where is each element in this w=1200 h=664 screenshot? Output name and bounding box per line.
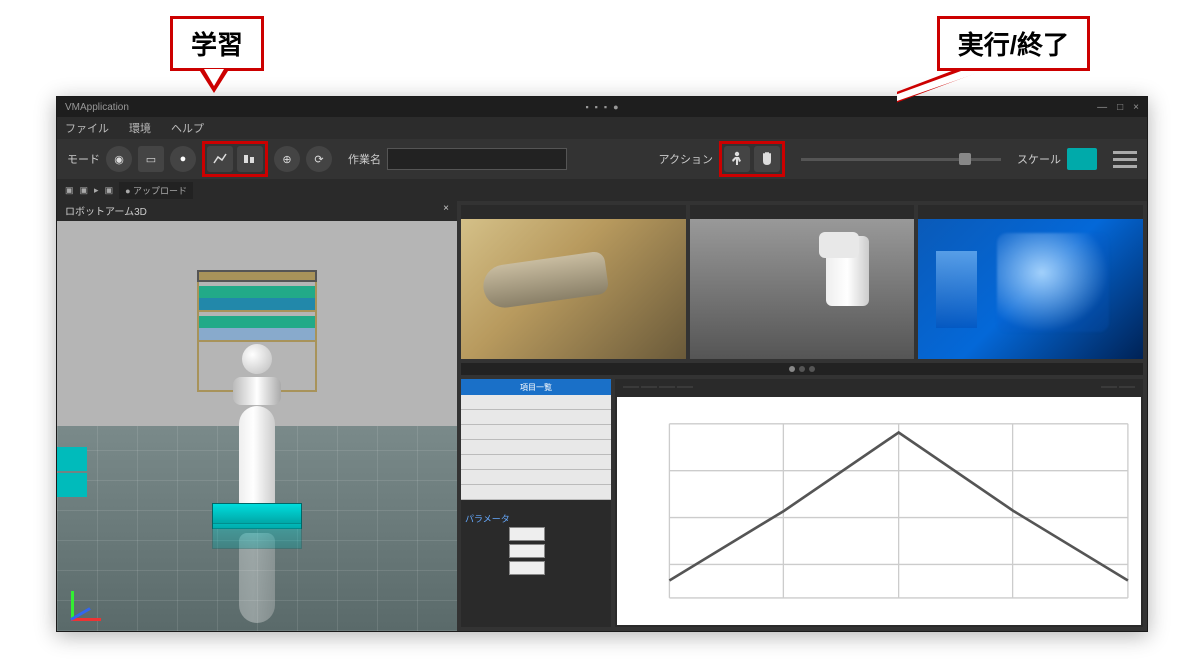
camera-view-3[interactable] bbox=[918, 205, 1143, 359]
camera-row bbox=[461, 205, 1143, 359]
robot-joint bbox=[233, 377, 281, 405]
mode-btn-1[interactable]: ◉ bbox=[106, 146, 132, 172]
learn-button-1[interactable] bbox=[207, 146, 233, 172]
task-input[interactable] bbox=[387, 148, 567, 170]
param-input-1[interactable] bbox=[509, 527, 545, 541]
learn-button-2[interactable] bbox=[237, 146, 263, 172]
left-panel: ロボットアーム3D × bbox=[57, 201, 457, 631]
table-row[interactable] bbox=[461, 410, 611, 425]
menu-file[interactable]: ファイル bbox=[65, 120, 109, 136]
table-row[interactable] bbox=[461, 485, 611, 500]
viewport-3d[interactable] bbox=[57, 221, 457, 631]
action-label: アクション bbox=[659, 151, 713, 167]
bottom-row: 項目一覧 パラメータ bbox=[461, 379, 1143, 627]
run-button[interactable] bbox=[724, 146, 750, 172]
table-row[interactable] bbox=[461, 425, 611, 440]
chart-tab[interactable] bbox=[677, 386, 693, 388]
callout-learn: 学習 bbox=[170, 16, 264, 93]
table-header: 項目一覧 bbox=[461, 379, 611, 395]
stop-button[interactable] bbox=[754, 146, 780, 172]
task-label: 作業名 bbox=[348, 151, 381, 167]
run-icon bbox=[728, 150, 746, 168]
table-row[interactable] bbox=[461, 440, 611, 455]
menu-env[interactable]: 環境 bbox=[129, 120, 151, 136]
callout-run-stop-label: 実行/終了 bbox=[937, 16, 1090, 71]
record-button[interactable]: ● bbox=[170, 146, 196, 172]
mode-label: モード bbox=[67, 151, 100, 167]
callout-learn-label: 学習 bbox=[170, 16, 264, 71]
callout-run-stop: 実行/終了 bbox=[937, 16, 1090, 131]
close-button[interactable]: × bbox=[1133, 102, 1139, 113]
tool-btn-b[interactable]: ⟳ bbox=[306, 146, 332, 172]
viewport-header: ロボットアーム3D × bbox=[57, 201, 457, 221]
menu-help[interactable]: ヘルプ bbox=[171, 120, 204, 136]
tool-btn-a[interactable]: ⊕ bbox=[274, 146, 300, 172]
chart-header bbox=[615, 379, 1143, 395]
camera-view-2[interactable] bbox=[690, 205, 915, 359]
chart-tab[interactable] bbox=[623, 386, 639, 388]
minimize-button[interactable]: — bbox=[1097, 102, 1107, 113]
app-title: VMApplication bbox=[65, 102, 129, 113]
axis-gizmo[interactable] bbox=[71, 581, 111, 621]
table-row[interactable] bbox=[461, 395, 611, 410]
secondary-toolbar: ▣▣▸▣ ● アップロード bbox=[57, 179, 1147, 201]
workspace: ロボットアーム3D × bbox=[57, 201, 1147, 631]
chart-tab-r[interactable] bbox=[1119, 386, 1135, 388]
robot-head bbox=[242, 344, 272, 374]
viewport-close-icon[interactable]: × bbox=[443, 203, 449, 219]
learn-buttons-highlight bbox=[202, 141, 268, 177]
viewport-title: ロボットアーム3D bbox=[65, 203, 147, 219]
table-panel: 項目一覧 パラメータ bbox=[461, 379, 611, 627]
mode-btn-2[interactable]: ▭ bbox=[138, 146, 164, 172]
titlebar-center: ▪▪▪● bbox=[585, 102, 618, 112]
maximize-button[interactable]: □ bbox=[1117, 102, 1123, 113]
table-row[interactable] bbox=[461, 455, 611, 470]
line-chart bbox=[617, 397, 1141, 625]
window-controls: — □ × bbox=[1097, 102, 1139, 113]
chart-tab-r[interactable] bbox=[1101, 386, 1117, 388]
chart-body[interactable] bbox=[617, 397, 1141, 625]
camera-view-1[interactable] bbox=[461, 205, 686, 359]
param-panel: パラメータ bbox=[461, 508, 611, 582]
param-input-2[interactable] bbox=[509, 544, 545, 558]
chart-tab[interactable] bbox=[659, 386, 675, 388]
param-row bbox=[465, 544, 607, 558]
chart-panel bbox=[615, 379, 1143, 627]
upload-button[interactable]: ● アップロード bbox=[119, 182, 193, 199]
stop-hand-icon bbox=[758, 150, 776, 168]
camera-pager[interactable] bbox=[461, 363, 1143, 376]
param-row bbox=[465, 561, 607, 575]
right-panel: 項目一覧 パラメータ bbox=[457, 201, 1147, 631]
chart-tab[interactable] bbox=[641, 386, 657, 388]
hamburger-menu[interactable] bbox=[1113, 151, 1137, 168]
app-window: VMApplication ▪▪▪● — □ × ファイル 環境 ヘルプ モード… bbox=[56, 96, 1148, 632]
param-row bbox=[465, 527, 607, 541]
run-stop-highlight bbox=[719, 141, 785, 177]
param-input-3[interactable] bbox=[509, 561, 545, 575]
param-section-label: パラメータ bbox=[465, 512, 607, 525]
table-row[interactable] bbox=[461, 470, 611, 485]
